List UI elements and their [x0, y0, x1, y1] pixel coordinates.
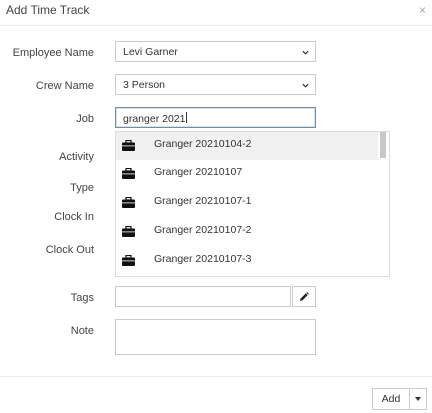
edit-tags-button[interactable]: [292, 286, 316, 307]
add-options-button[interactable]: [409, 389, 426, 409]
tags-input[interactable]: [115, 286, 291, 307]
header-divider: [0, 25, 432, 26]
job-suggestion-label: Granger 20210107-3: [154, 253, 252, 265]
job-suggestion-item[interactable]: Granger 20210107-3: [116, 247, 378, 275]
note-textarea[interactable]: [115, 319, 316, 355]
caret-down-icon: [415, 397, 421, 401]
type-label: Type: [70, 182, 94, 194]
crew-name-select[interactable]: 3 Person: [115, 74, 316, 95]
briefcase-icon: [122, 197, 135, 208]
close-icon[interactable]: ×: [419, 4, 426, 16]
job-suggestion-label: Granger 20210107-1: [154, 195, 252, 207]
crew-name-label: Crew Name: [35, 80, 94, 92]
footer-divider: [0, 376, 432, 377]
add-time-track-dialog: Add Time Track × Employee Name Levi Garn…: [0, 0, 432, 413]
briefcase-icon: [122, 226, 135, 237]
job-suggestion-item[interactable]: Granger 20210107: [116, 160, 378, 188]
crew-name-value: 3 Person: [123, 79, 166, 91]
job-suggestion-item[interactable]: Granger 20210107-2: [116, 218, 378, 246]
job-suggestion-item[interactable]: Granger 20210104-2: [116, 132, 378, 160]
job-suggestion-label: Granger 20210107-2: [154, 224, 252, 236]
job-suggestion-label: Granger 20210104-2: [154, 138, 252, 150]
job-suggestion-item[interactable]: Granger 20210107-1: [116, 189, 378, 217]
tags-label: Tags: [70, 292, 94, 304]
add-button[interactable]: Add: [373, 389, 409, 409]
employee-name-label: Employee Name: [12, 47, 94, 59]
briefcase-icon: [122, 255, 135, 266]
briefcase-icon: [122, 168, 135, 179]
clock-out-label: Clock Out: [45, 244, 94, 256]
employee-name-select[interactable]: Levi Garner: [115, 41, 316, 62]
add-split-button: Add: [372, 388, 427, 410]
clock-in-label: Clock In: [54, 211, 94, 223]
pencil-icon: [300, 292, 309, 301]
chevron-down-icon: [302, 83, 309, 88]
text-caret: [186, 112, 188, 123]
chevron-down-icon: [302, 50, 309, 55]
job-suggestions-list: Granger 20210104-2 Granger 20210107 Gran…: [115, 131, 390, 277]
job-suggestion-label: Granger 20210107: [154, 166, 243, 178]
briefcase-icon: [122, 140, 135, 151]
dialog-title: Add Time Track: [6, 3, 90, 17]
employee-name-value: Levi Garner: [123, 46, 178, 58]
activity-label: Activity: [59, 151, 94, 163]
job-input[interactable]: granger 2021: [115, 107, 316, 128]
dropdown-scrollbar-thumb[interactable]: [380, 132, 386, 158]
job-input-value: granger 2021: [123, 113, 186, 125]
note-label: Note: [70, 325, 94, 337]
job-label: Job: [76, 113, 94, 125]
